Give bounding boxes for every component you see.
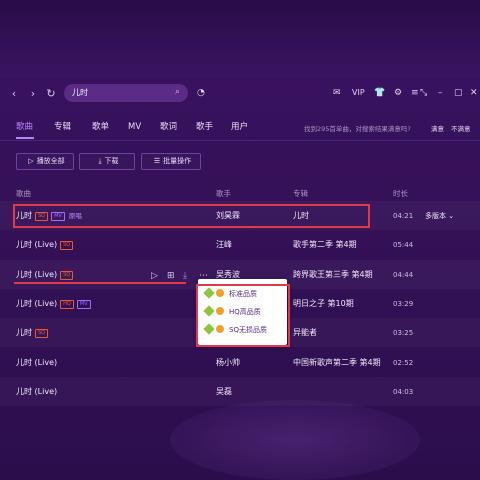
album-name[interactable]: 歌手第二季 第4期 (293, 240, 357, 250)
play-all-button[interactable]: ▷ 播放全部 (16, 153, 74, 170)
highlight-underline (14, 282, 186, 284)
list-icon: ☰ (153, 157, 161, 165)
versions-dropdown[interactable]: 多版本 ⌄ (425, 211, 454, 221)
column-duration[interactable]: 时长 (393, 189, 408, 199)
tab-mv[interactable]: MV (128, 121, 141, 133)
add-icon[interactable]: ⊞ (167, 270, 175, 282)
quality-badge: SQ (60, 271, 74, 280)
download-label: 下载 (104, 157, 119, 165)
play-all-label: 播放全部 (36, 157, 65, 165)
vip-label[interactable]: VIP (352, 87, 365, 99)
chevron-down-icon: ⌄ (448, 212, 455, 220)
download-icon[interactable]: ⤓ (183, 270, 187, 282)
column-song[interactable]: 歌曲 (16, 189, 31, 199)
album-name[interactable]: 跨界歌王第三季 第4期 (293, 270, 373, 280)
song-title[interactable]: 儿时 (Live) SQ (16, 240, 74, 250)
album-name[interactable]: 异能者 (293, 328, 317, 338)
batch-label: 批量操作 (163, 157, 192, 165)
song-title[interactable]: 儿时 (Live) SQ (16, 270, 74, 280)
song-title[interactable]: 儿时 SQ (16, 328, 49, 338)
satisfied-link[interactable]: 满意 (431, 124, 444, 134)
quality-badge: HQ (60, 300, 74, 309)
search-input-value: 儿时 (72, 88, 88, 97)
shirt-icon[interactable]: 👕 (374, 87, 385, 99)
mail-icon[interactable]: ✉ (333, 87, 341, 99)
menu-icon[interactable]: ≡ (411, 87, 419, 99)
song-title[interactable]: 儿时 (Live) HQ MV (16, 299, 91, 309)
tab-singers[interactable]: 歌手 (196, 121, 213, 133)
quality-badge: SQ (60, 241, 74, 250)
tab-songs[interactable]: 歌曲 (16, 121, 33, 133)
refresh-icon[interactable]: ↻ (45, 88, 57, 100)
background-glow (170, 400, 420, 480)
singer-name[interactable]: 吴磊 (216, 387, 232, 397)
singer-name[interactable]: 汪峰 (216, 240, 232, 250)
mini-mode-icon[interactable]: ⤡ (420, 87, 427, 99)
play-icon[interactable]: ▷ (151, 270, 158, 282)
tab-users[interactable]: 用户 (231, 121, 248, 133)
tab-lyrics[interactable]: 歌词 (160, 121, 177, 133)
highlight-box (13, 204, 370, 228)
chevron-right-icon[interactable]: › (27, 88, 39, 100)
duration: 04:21 (393, 212, 414, 220)
chevron-left-icon[interactable]: ‹ (8, 88, 20, 100)
close-icon[interactable]: ✕ (470, 87, 478, 99)
search-icon[interactable]: ⌕ (175, 87, 186, 98)
album-name[interactable]: 明日之子 第10期 (293, 299, 354, 309)
gear-icon[interactable]: ⚙ (394, 87, 402, 99)
column-album[interactable]: 专辑 (293, 189, 308, 199)
maximize-icon[interactable]: ▢ (454, 87, 463, 99)
duration: 04:03 (393, 388, 414, 396)
top-background (0, 0, 480, 78)
duration: 03:29 (393, 300, 414, 308)
voice-search-icon[interactable]: ◔ (197, 87, 205, 99)
minimize-icon[interactable]: – (438, 87, 443, 99)
result-count-text: 找到295首单曲，对搜索结果满意吗? (304, 125, 411, 133)
song-title[interactable]: 儿时 (Live) (16, 358, 57, 368)
tab-playlists[interactable]: 歌单 (92, 121, 109, 133)
tab-albums[interactable]: 专辑 (54, 121, 71, 133)
duration: 04:44 (393, 271, 414, 279)
unsatisfied-link[interactable]: 不满意 (451, 124, 471, 134)
quality-badge: SQ (35, 329, 49, 338)
album-name[interactable]: 中国新歌声第二季 第4期 (293, 358, 381, 368)
play-icon: ▷ (28, 157, 34, 165)
duration: 05:44 (393, 241, 414, 249)
download-icon: ⤓ (98, 157, 102, 165)
duration: 02:52 (393, 359, 414, 367)
batch-button[interactable]: ☰ 批量操作 (141, 153, 201, 170)
highlight-box (196, 284, 290, 347)
duration: 03:25 (393, 329, 414, 337)
download-button[interactable]: ⤓ 下载 (79, 153, 135, 170)
singer-name[interactable]: 杨小帅 (216, 358, 240, 368)
mv-badge[interactable]: MV (76, 300, 91, 309)
column-singer[interactable]: 歌手 (216, 189, 231, 199)
active-tab-indicator (16, 137, 34, 139)
song-title[interactable]: 儿时 (Live) (16, 387, 57, 397)
